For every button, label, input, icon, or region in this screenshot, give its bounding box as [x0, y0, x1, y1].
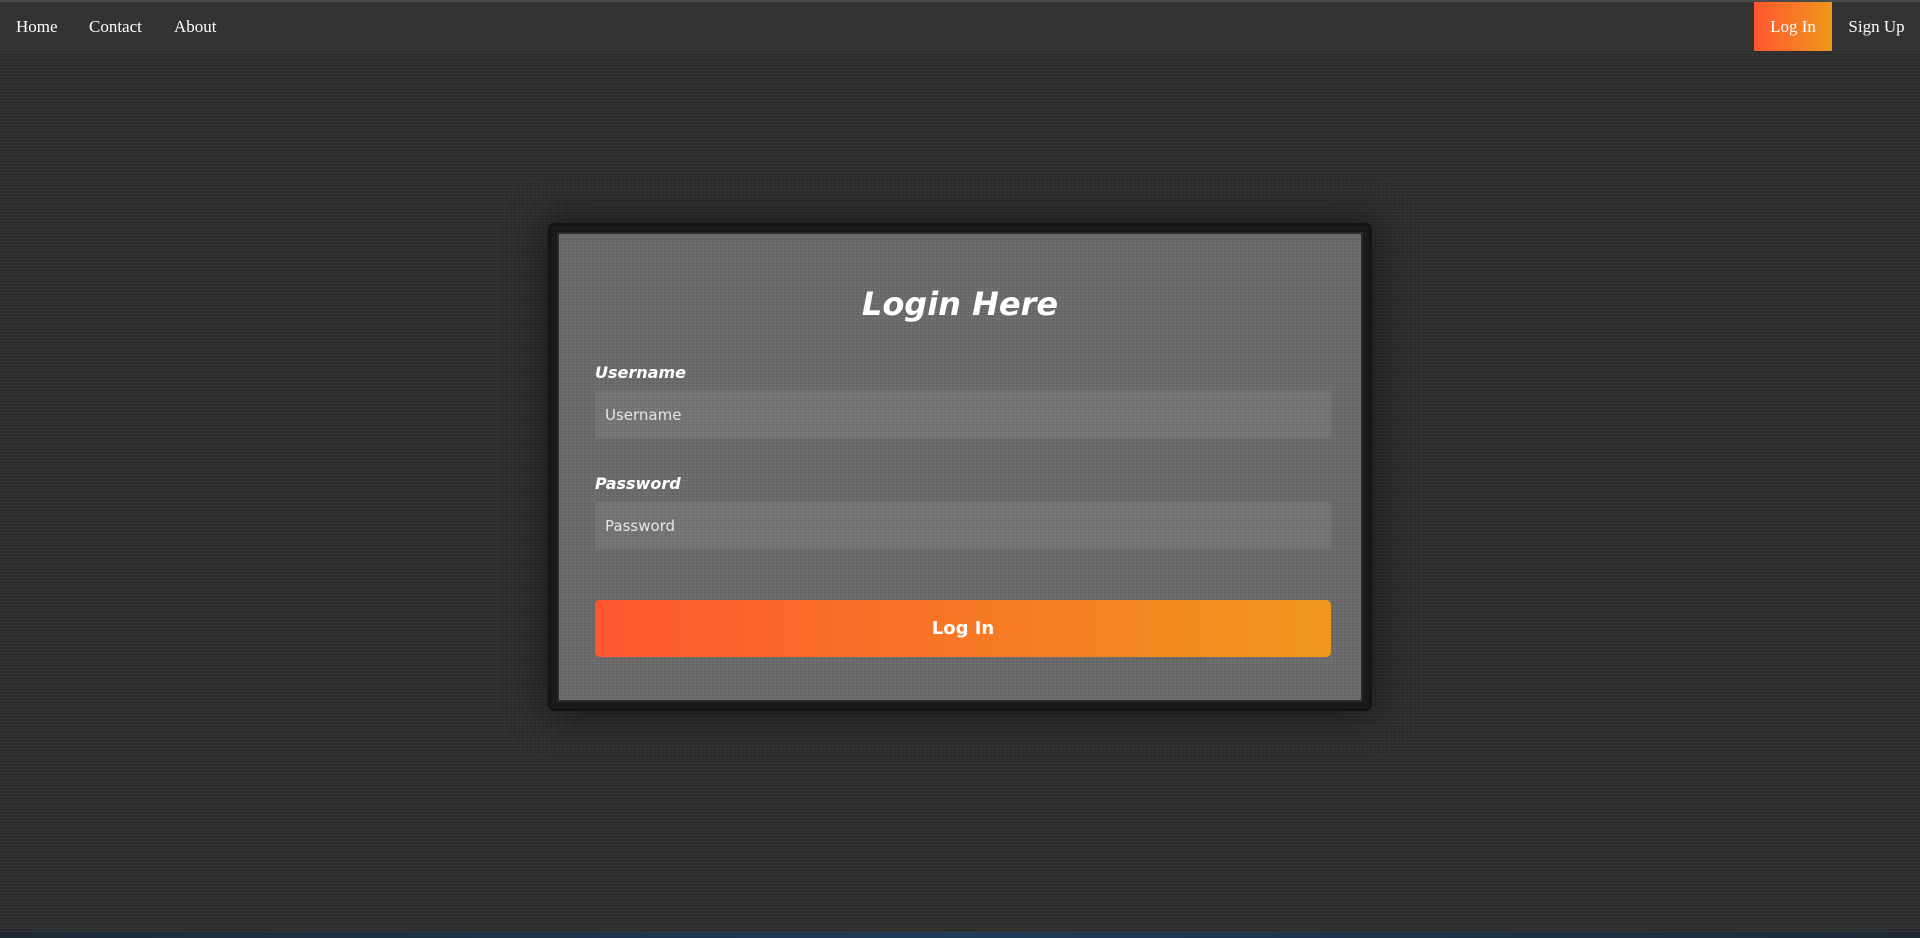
navbar: Home Contact About Log In Sign Up	[0, 2, 1920, 51]
username-input[interactable]	[595, 391, 1331, 438]
password-input[interactable]	[595, 502, 1331, 549]
login-submit-button[interactable]: Log In	[595, 600, 1331, 657]
password-label: Password	[595, 474, 681, 493]
nav-login-button[interactable]: Log In	[1754, 2, 1832, 51]
nav-link-about[interactable]: About	[174, 2, 217, 51]
nav-link-home[interactable]: Home	[16, 2, 58, 51]
bottom-edge-strip	[0, 932, 1920, 938]
login-form: Login Here Username Password Log In	[557, 232, 1363, 702]
nav-signup-button[interactable]: Sign Up	[1833, 2, 1920, 51]
login-card-frame: Login Here Username Password Log In	[548, 223, 1372, 711]
username-label: Username	[595, 363, 686, 382]
nav-link-contact[interactable]: Contact	[89, 2, 142, 51]
form-title: Login Here	[861, 285, 1059, 323]
